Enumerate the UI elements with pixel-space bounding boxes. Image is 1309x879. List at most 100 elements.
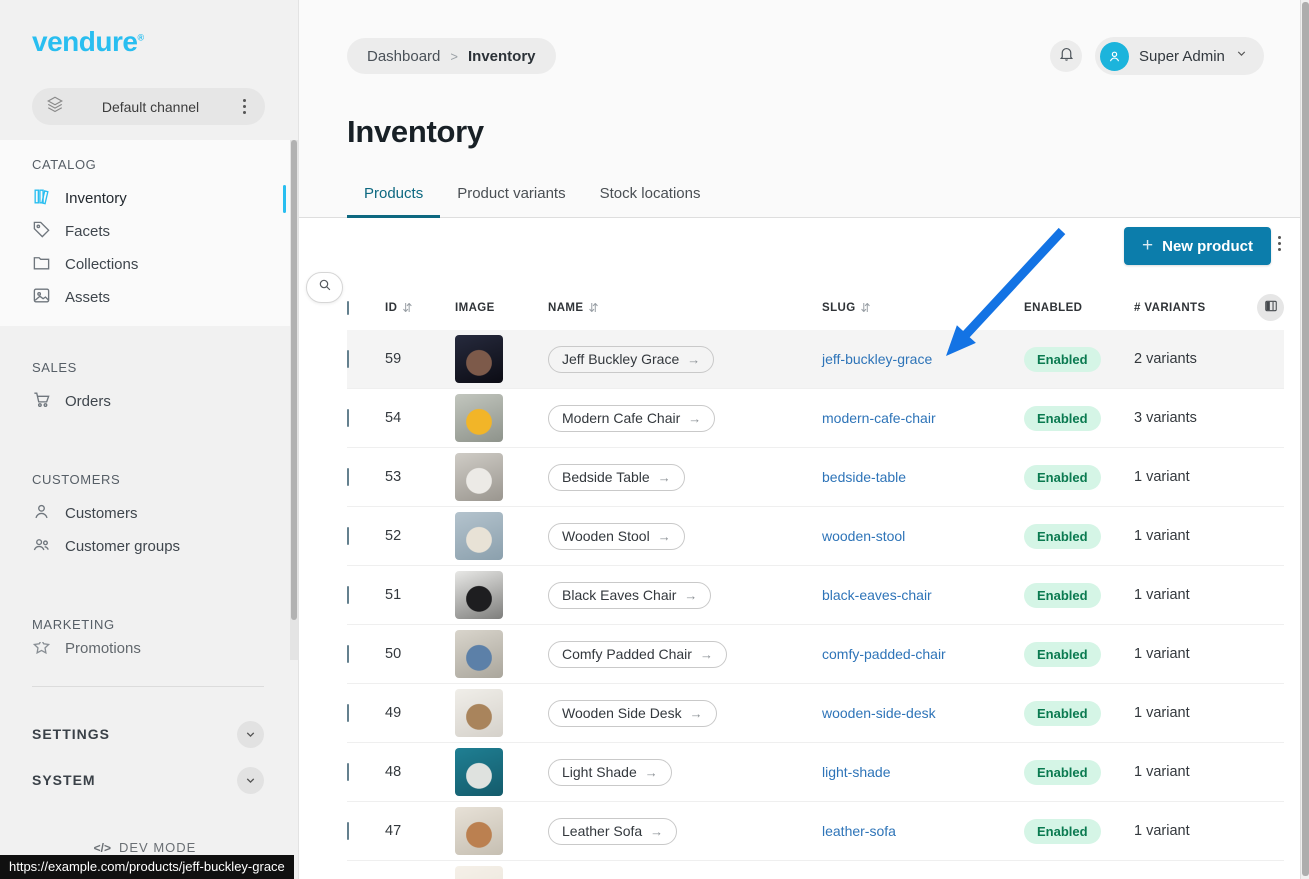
- arrow-right-icon: →: [658, 470, 671, 485]
- product-name-button[interactable]: Jeff Buckley Grace→: [548, 346, 714, 373]
- row-checkbox[interactable]: [347, 586, 349, 604]
- status-badge: Enabled: [1024, 583, 1101, 608]
- sidebar-item-assets[interactable]: Assets: [0, 281, 290, 314]
- user-menu[interactable]: Super Admin: [1095, 37, 1264, 75]
- row-checkbox[interactable]: [347, 468, 349, 486]
- search-button[interactable]: [306, 272, 343, 303]
- table-menu-kebab-icon[interactable]: [1272, 236, 1286, 251]
- notifications-button[interactable]: [1050, 40, 1082, 72]
- row-checkbox[interactable]: [347, 822, 349, 840]
- product-name-button[interactable]: Wooden Side Desk→: [548, 700, 717, 727]
- product-slug-link[interactable]: wooden-stool: [822, 528, 905, 544]
- channel-menu-kebab-icon[interactable]: [237, 99, 251, 114]
- section-title: SALES: [0, 360, 290, 375]
- product-slug-link[interactable]: leather-sofa: [822, 823, 896, 839]
- product-slug-link[interactable]: wooden-side-desk: [822, 705, 936, 721]
- table-toolbar: + New product: [299, 218, 1309, 285]
- product-image[interactable]: [455, 630, 503, 678]
- product-name-button[interactable]: Comfy Padded Chair→: [548, 641, 727, 668]
- tab-stock-locations[interactable]: Stock locations: [583, 185, 718, 218]
- column-header-id[interactable]: ID⇵: [385, 301, 455, 315]
- trademark-mark: ®: [137, 33, 143, 43]
- product-image[interactable]: [455, 571, 503, 619]
- column-header-enabled: ENABLED: [1024, 302, 1134, 314]
- row-checkbox[interactable]: [347, 350, 349, 368]
- chevron-down-icon[interactable]: [237, 721, 264, 748]
- cell-variants: 1 variant: [1134, 587, 1284, 603]
- column-settings-button[interactable]: [1257, 294, 1284, 321]
- nav-section-customers: CUSTOMERS Customers Customer groups: [0, 472, 290, 563]
- page-scrollbar[interactable]: [1300, 0, 1309, 879]
- sidebar-item-collections[interactable]: Collections: [0, 248, 290, 281]
- product-slug-link[interactable]: comfy-padded-chair: [822, 646, 946, 662]
- column-header-name[interactable]: NAME⇵: [548, 301, 822, 315]
- tab-products[interactable]: Products: [347, 185, 440, 218]
- status-badge: Enabled: [1024, 642, 1101, 667]
- product-name-button[interactable]: Modern Cafe Chair→: [548, 405, 715, 432]
- product-slug-link[interactable]: black-eaves-chair: [822, 587, 932, 603]
- product-image[interactable]: [455, 335, 503, 383]
- select-all-checkbox[interactable]: [347, 301, 349, 315]
- sidebar-group-system[interactable]: SYSTEM: [32, 766, 264, 794]
- row-checkbox[interactable]: [347, 704, 349, 722]
- vendure-logo[interactable]: vendure®: [32, 26, 144, 58]
- product-image[interactable]: [455, 512, 503, 560]
- product-name-button[interactable]: Bedside Table→: [548, 464, 685, 491]
- cell-id: 54: [385, 410, 455, 426]
- sort-icon[interactable]: ⇵: [861, 301, 871, 315]
- product-slug-link[interactable]: light-shade: [822, 764, 891, 780]
- table-row: 48 Light Shade→ light-shade Enabled 1 va…: [347, 743, 1284, 802]
- sidebar-item-inventory[interactable]: Inventory: [0, 182, 290, 215]
- product-name-button[interactable]: Leather Sofa→: [548, 818, 677, 845]
- product-slug-link[interactable]: jeff-buckley-grace: [822, 351, 932, 367]
- tag-icon: [32, 220, 51, 243]
- sort-icon[interactable]: ⇵: [402, 301, 412, 315]
- table-row: 51 Black Eaves Chair→ black-eaves-chair …: [347, 566, 1284, 625]
- section-title: CUSTOMERS: [0, 472, 290, 487]
- product-image[interactable]: [455, 748, 503, 796]
- channel-selector[interactable]: Default channel: [32, 88, 265, 125]
- sidebar-item-customers[interactable]: Customers: [0, 497, 290, 530]
- chevron-down-icon[interactable]: [237, 767, 264, 794]
- sort-icon[interactable]: ⇵: [588, 301, 598, 315]
- sidebar-scrollbar-thumb[interactable]: [291, 140, 297, 620]
- arrow-right-icon: →: [650, 824, 663, 839]
- product-name-button[interactable]: Black Eaves Chair→: [548, 582, 711, 609]
- product-slug-link[interactable]: modern-cafe-chair: [822, 410, 936, 426]
- product-slug-link[interactable]: bedside-table: [822, 469, 906, 485]
- tab-product-variants[interactable]: Product variants: [440, 185, 582, 218]
- column-header-slug[interactable]: SLUG⇵: [822, 301, 1024, 315]
- product-image[interactable]: [455, 394, 503, 442]
- row-checkbox[interactable]: [347, 645, 349, 663]
- sidebar-item-orders[interactable]: Orders: [0, 385, 290, 418]
- product-image[interactable]: [455, 453, 503, 501]
- row-checkbox[interactable]: [347, 409, 349, 427]
- product-image[interactable]: [455, 689, 503, 737]
- status-badge: Enabled: [1024, 406, 1101, 431]
- product-image[interactable]: [455, 866, 503, 879]
- sidebar-group-settings[interactable]: SETTINGS: [32, 720, 264, 748]
- row-checkbox[interactable]: [347, 763, 349, 781]
- sidebar-item-promotions[interactable]: Promotions: [0, 642, 290, 655]
- new-product-button[interactable]: + New product: [1124, 227, 1271, 265]
- page-scrollbar-thumb[interactable]: [1302, 2, 1309, 876]
- dev-mode-link[interactable]: </> DEV MODE: [0, 840, 290, 855]
- nav-section-marketing: MARKETING Promotions: [0, 617, 290, 655]
- main-content: Dashboard > Inventory Super Admin Invent…: [299, 0, 1309, 879]
- cell-variants: 1 variant: [1134, 764, 1284, 780]
- status-badge: Enabled: [1024, 524, 1101, 549]
- breadcrumb-dashboard[interactable]: Dashboard: [367, 48, 440, 65]
- row-checkbox[interactable]: [347, 527, 349, 545]
- breadcrumb-inventory[interactable]: Inventory: [468, 48, 536, 65]
- arrow-right-icon: →: [684, 588, 697, 603]
- cell-variants: 1 variant: [1134, 469, 1284, 485]
- sidebar-item-customer-groups[interactable]: Customer groups: [0, 530, 290, 563]
- sidebar-item-facets[interactable]: Facets: [0, 215, 290, 248]
- sidebar-divider: [32, 686, 264, 687]
- product-image[interactable]: [455, 807, 503, 855]
- product-name-button[interactable]: Light Shade→: [548, 759, 672, 786]
- product-name-button[interactable]: Wooden Stool→: [548, 523, 685, 550]
- arrow-right-icon: →: [690, 706, 703, 721]
- sidebar-scrollbar[interactable]: [290, 140, 298, 660]
- table-row: 53 Bedside Table→ bedside-table Enabled …: [347, 448, 1284, 507]
